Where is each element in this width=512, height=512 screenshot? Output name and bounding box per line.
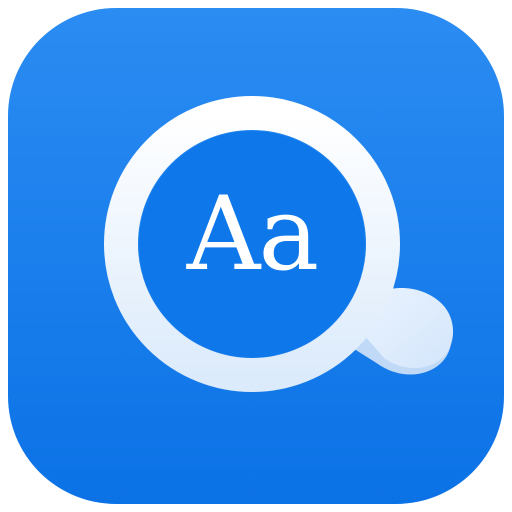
- dictionary-app-icon[interactable]: [0, 0, 512, 512]
- magnifier-lens: [139, 131, 365, 357]
- app-icon-container: Aa: [0, 0, 512, 512]
